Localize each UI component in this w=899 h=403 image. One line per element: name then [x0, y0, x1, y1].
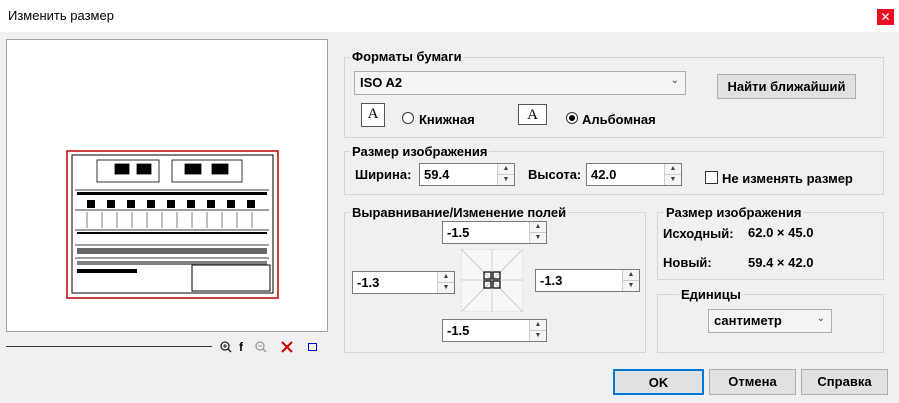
frame-icon[interactable]: [308, 343, 317, 351]
landscape-label[interactable]: Альбомная: [582, 112, 656, 127]
width-label: Ширина:: [355, 167, 412, 182]
title-bar: [0, 0, 899, 32]
help-label: Справка: [817, 374, 872, 389]
delete-icon[interactable]: [281, 341, 293, 353]
zoom-in-icon[interactable]: [220, 341, 232, 353]
ok-button[interactable]: OK: [613, 369, 704, 395]
decrement-icon[interactable]: ▼: [438, 283, 454, 294]
portrait-label[interactable]: Книжная: [419, 112, 475, 127]
original-size-value: 62.0 × 45.0: [748, 225, 814, 240]
window-title: Изменить размер: [8, 8, 114, 23]
alignment-diagram[interactable]: [460, 248, 524, 313]
close-icon[interactable]: ✕: [877, 9, 894, 25]
margins-label: Выравнивание/Изменение полей: [350, 205, 569, 220]
paper-format-select[interactable]: ISO A2 ⌄: [354, 71, 686, 95]
width-value: 59.4: [424, 167, 450, 182]
paper-format-value: ISO A2: [360, 75, 403, 90]
margin-top-value: -1.5: [447, 225, 470, 240]
decrement-icon[interactable]: ▼: [665, 175, 681, 186]
margin-top-spinner[interactable]: -1.5 ▲ ▼: [442, 221, 547, 244]
zoom-out-icon[interactable]: [255, 341, 267, 353]
decrement-icon[interactable]: ▼: [530, 331, 546, 342]
chevron-down-icon: ⌄: [816, 313, 825, 324]
portrait-page-icon: A: [361, 103, 385, 127]
margin-right-value: -1.3: [540, 273, 563, 288]
increment-icon[interactable]: ▲: [438, 272, 454, 283]
units-label: Единицы: [679, 287, 743, 302]
height-spinner[interactable]: 42.0 ▲ ▼: [586, 163, 682, 186]
paper-formats-label: Форматы бумаги: [350, 49, 464, 64]
decrement-icon[interactable]: ▼: [530, 233, 546, 244]
ok-label: OK: [648, 375, 669, 390]
decrement-icon[interactable]: ▼: [498, 175, 514, 186]
original-size-label: Исходный:: [663, 226, 734, 241]
size-info-label: Размер изображения: [664, 205, 804, 220]
new-size-value: 59.4 × 42.0: [748, 255, 814, 270]
keep-size-label[interactable]: Не изменять размер: [722, 171, 853, 186]
units-value: сантиметр: [714, 313, 782, 328]
cancel-button[interactable]: Отмена: [709, 369, 796, 395]
find-nearest-button[interactable]: Найти ближайший: [717, 74, 856, 99]
margin-bottom-value: -1.5: [447, 323, 470, 338]
find-nearest-label: Найти ближайший: [727, 79, 846, 94]
drawing-thumbnail: [66, 150, 279, 299]
increment-icon[interactable]: ▲: [498, 164, 514, 175]
landscape-page-icon: A: [518, 104, 547, 125]
margin-right-spinner[interactable]: -1.3 ▲ ▼: [535, 269, 640, 292]
fit-button[interactable]: f: [239, 340, 243, 354]
image-size-label: Размер изображения: [350, 144, 490, 159]
chevron-down-icon: ⌄: [670, 75, 679, 86]
height-label: Высота:: [528, 167, 582, 182]
increment-icon[interactable]: ▲: [623, 270, 639, 281]
margin-left-spinner[interactable]: -1.3 ▲ ▼: [352, 271, 455, 294]
width-spinner[interactable]: 59.4 ▲ ▼: [419, 163, 515, 186]
zoom-slider-track[interactable]: [6, 346, 212, 347]
help-button[interactable]: Справка: [801, 369, 888, 395]
new-size-label: Новый:: [663, 255, 712, 270]
portrait-radio[interactable]: [402, 112, 414, 124]
landscape-radio[interactable]: [566, 112, 578, 124]
units-select[interactable]: сантиметр ⌄: [708, 309, 832, 333]
margin-bottom-spinner[interactable]: -1.5 ▲ ▼: [442, 319, 547, 342]
increment-icon[interactable]: ▲: [530, 222, 546, 233]
image-preview: [6, 39, 328, 332]
increment-icon[interactable]: ▲: [665, 164, 681, 175]
height-value: 42.0: [591, 167, 617, 182]
cancel-label: Отмена: [728, 374, 777, 389]
decrement-icon[interactable]: ▼: [623, 281, 639, 292]
margin-left-value: -1.3: [357, 275, 380, 290]
keep-size-checkbox[interactable]: [705, 171, 718, 184]
increment-icon[interactable]: ▲: [530, 320, 546, 331]
